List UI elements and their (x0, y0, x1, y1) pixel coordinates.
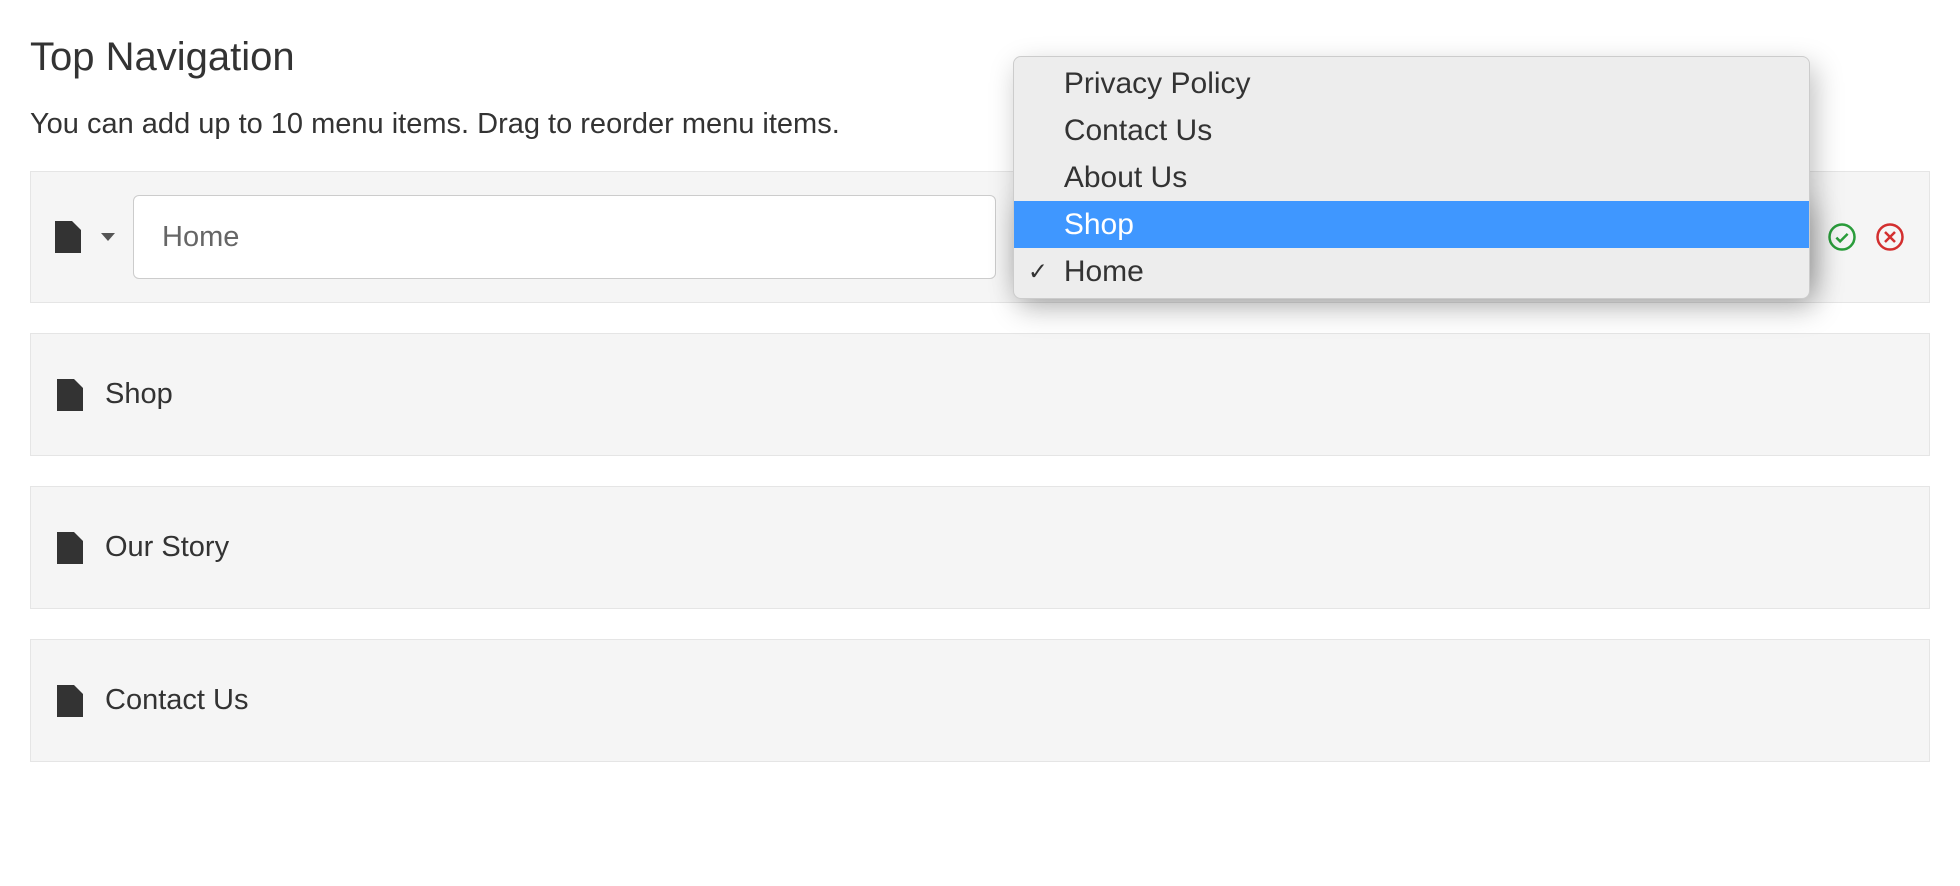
confirm-icon[interactable] (1827, 222, 1857, 252)
menu-item-label: Shop (105, 378, 173, 411)
menu-item-row[interactable]: Our Story (30, 486, 1930, 609)
chevron-down-icon[interactable] (101, 233, 115, 241)
menu-item-label: Contact Us (105, 684, 248, 717)
page-icon (55, 221, 81, 253)
page-icon (57, 379, 83, 411)
dropdown-option[interactable]: About Us (1014, 154, 1809, 201)
dropdown-option[interactable]: Privacy Policy (1014, 60, 1809, 107)
menu-item-name-input[interactable] (133, 195, 996, 279)
menu-item-link-select[interactable]: Privacy Policy Contact Us About Us Shop … (1014, 195, 1809, 279)
menu-item-label: Our Story (105, 531, 229, 564)
menu-item-row[interactable]: Contact Us (30, 639, 1930, 762)
link-dropdown-menu: Privacy Policy Contact Us About Us Shop … (1013, 56, 1810, 299)
menu-item-edit-row: Privacy Policy Contact Us About Us Shop … (30, 171, 1930, 303)
dropdown-option[interactable]: Shop (1014, 201, 1809, 248)
dropdown-option[interactable]: Contact Us (1014, 107, 1809, 154)
menu-item-row[interactable]: Shop (30, 333, 1930, 456)
page-icon (57, 685, 83, 717)
dropdown-option[interactable]: Home (1014, 248, 1809, 295)
cancel-icon[interactable] (1875, 222, 1905, 252)
page-icon (57, 532, 83, 564)
